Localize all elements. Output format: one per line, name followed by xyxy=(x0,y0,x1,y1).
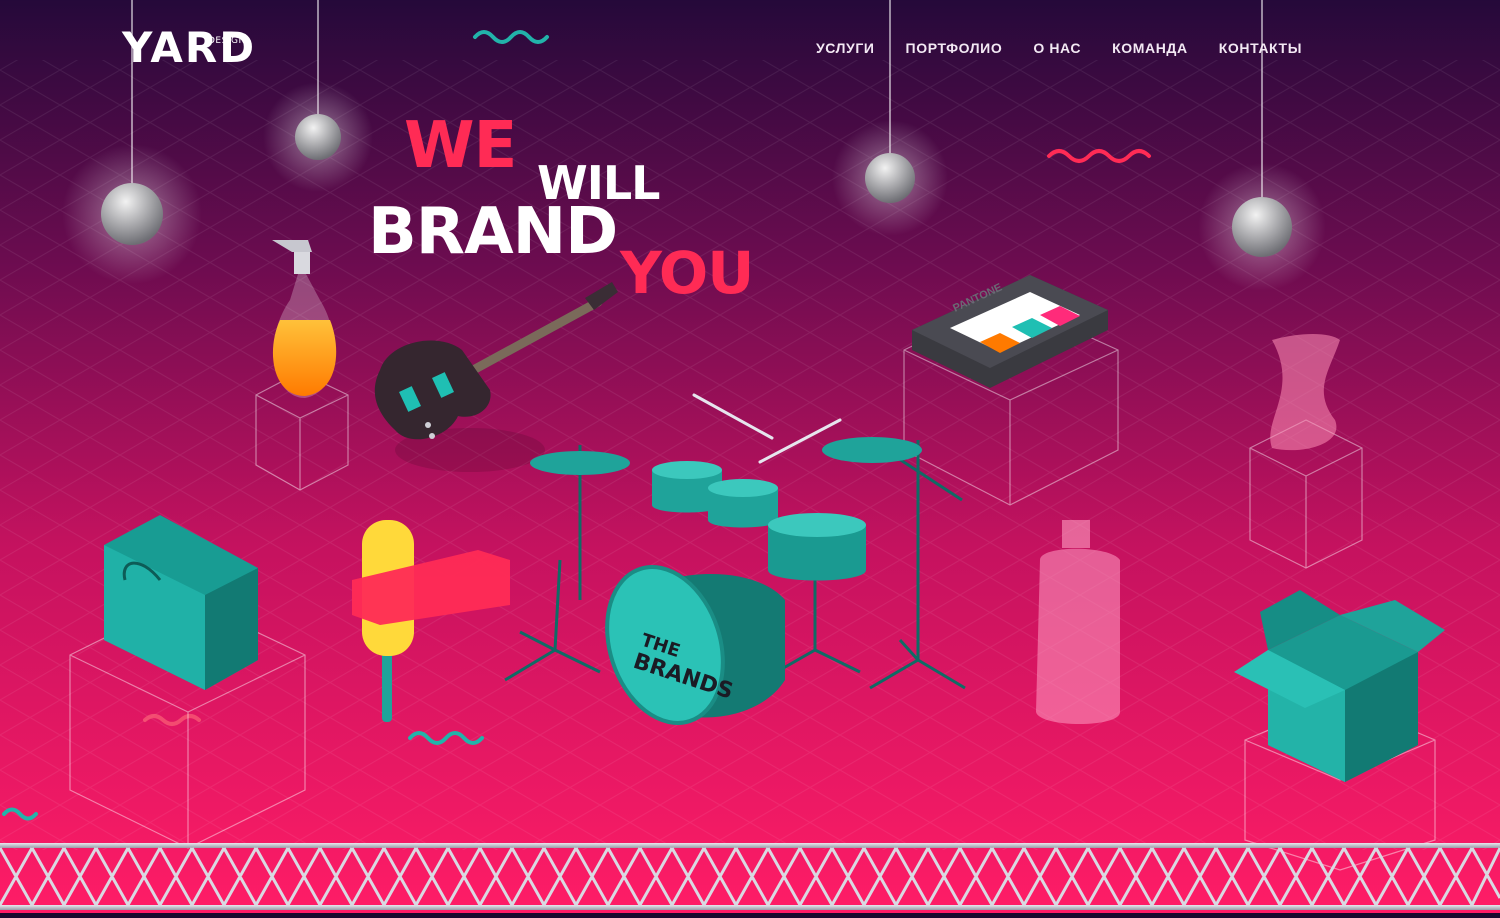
nav-item-services[interactable]: УСЛУГИ xyxy=(816,38,875,58)
headline-we: WE xyxy=(404,109,517,183)
logo-text: YARD xyxy=(122,23,257,72)
nav-item-portfolio[interactable]: ПОРТФОЛИО xyxy=(906,38,1003,58)
headline-brand: BRAND xyxy=(368,195,618,269)
nav-item-about[interactable]: О НАС xyxy=(1033,38,1081,58)
yard-design-logo[interactable]: YARD DESIGN xyxy=(122,26,282,70)
hero-illustration: PANTONE THE BRANDS xyxy=(0,0,1500,913)
logo-subtext: DESIGN xyxy=(208,36,246,46)
hero-stage: PANTONE THE BRANDS xyxy=(0,0,1500,913)
nav-item-team[interactable]: КОМАНДА xyxy=(1112,38,1188,58)
headline-you: YOU xyxy=(620,239,754,307)
nav-item-contacts[interactable]: КОНТАКТЫ xyxy=(1219,38,1302,58)
main-nav: УСЛУГИ ПОРТФОЛИО О НАС КОМАНДА КОНТАКТЫ xyxy=(816,38,1302,58)
